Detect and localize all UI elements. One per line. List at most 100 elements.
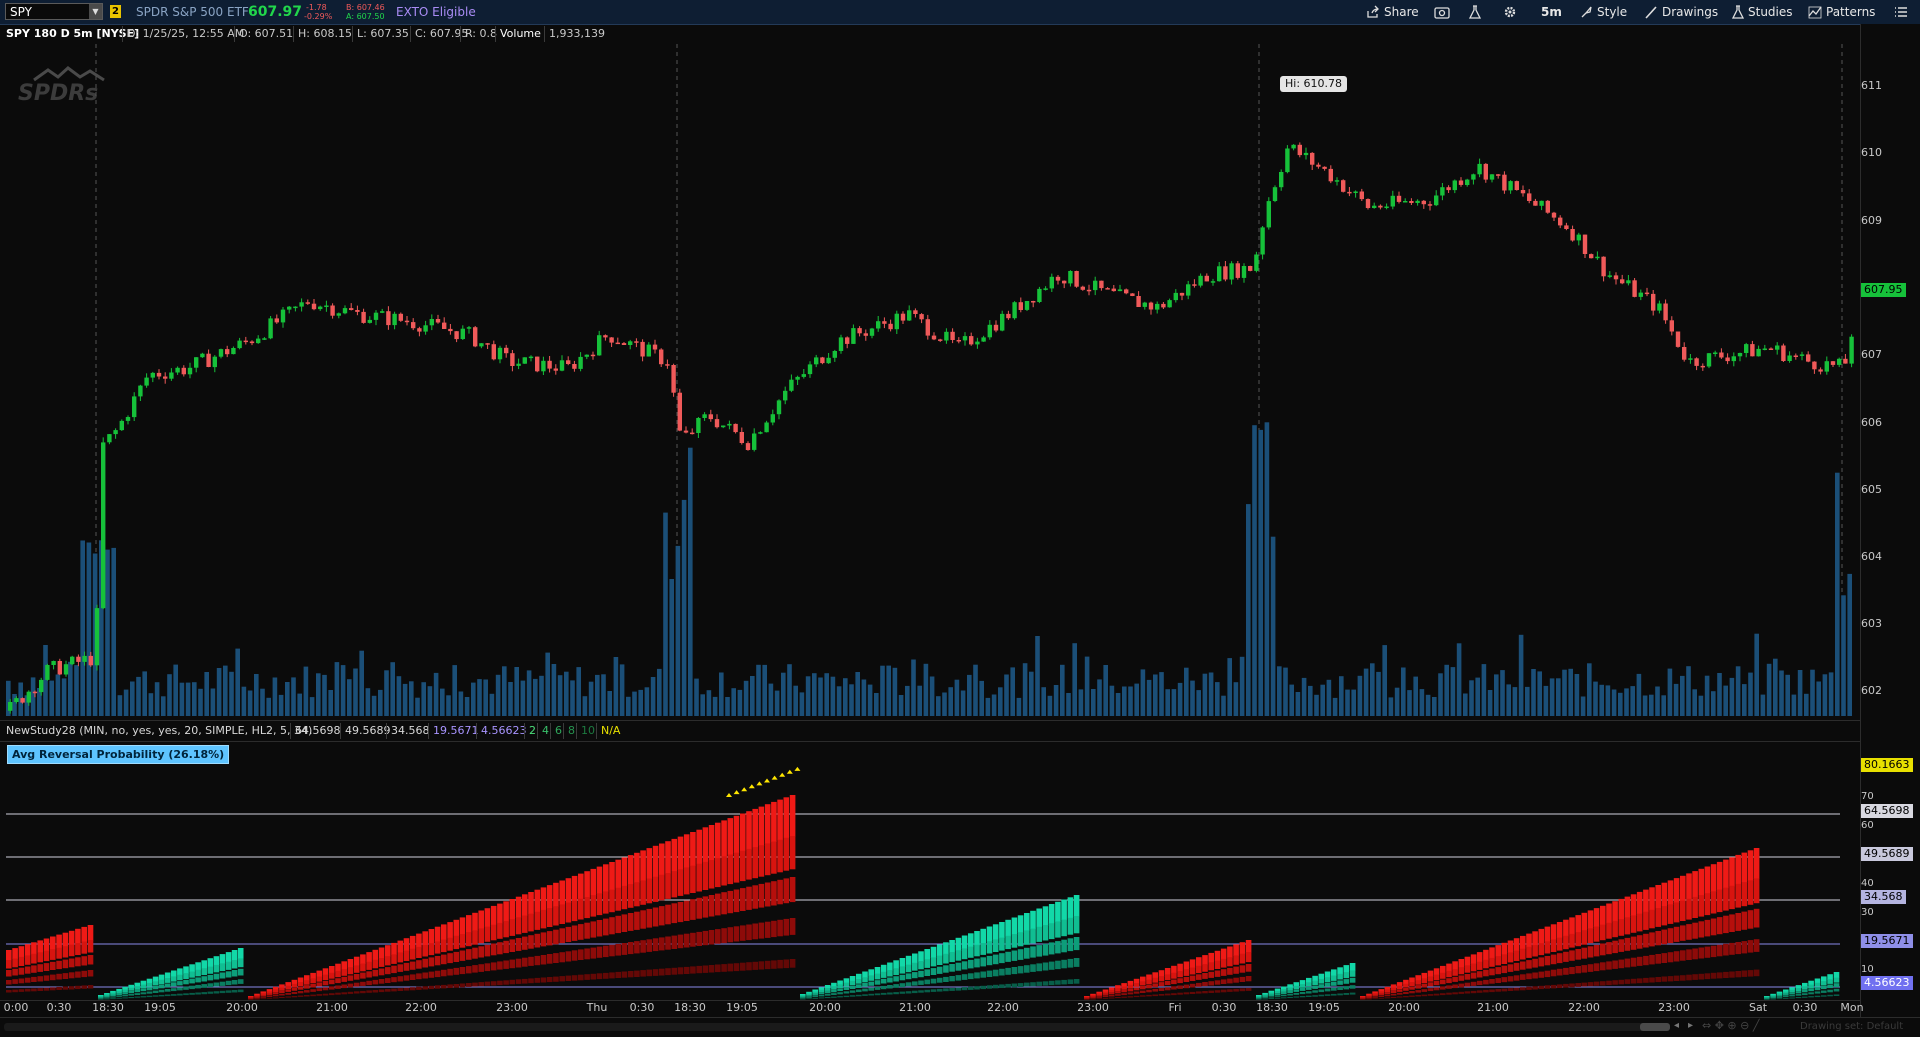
candle-body <box>677 392 682 431</box>
histogram-bar <box>800 996 806 998</box>
volume-bar <box>1177 682 1183 716</box>
histogram-bar <box>279 987 285 991</box>
histogram-bar <box>1133 991 1140 994</box>
histogram-bar <box>472 912 478 931</box>
snapshot-button[interactable] <box>1434 0 1454 24</box>
candle-body <box>1576 234 1581 241</box>
candle-body <box>690 432 695 435</box>
histogram-bar <box>646 848 653 879</box>
histogram-bar <box>1808 980 1814 986</box>
histogram-bar <box>1483 969 1489 977</box>
histogram-bar <box>134 993 141 995</box>
settings-button[interactable] <box>1503 0 1521 24</box>
histogram-bar <box>856 984 862 988</box>
candle-body <box>1545 200 1550 213</box>
histogram-bar <box>1415 995 1421 997</box>
histogram-bar <box>466 949 472 960</box>
histogram-bar <box>1802 989 1808 993</box>
study-na: N/A <box>596 723 624 739</box>
price-axis[interactable] <box>1860 24 1920 1024</box>
histogram-bar <box>986 926 993 942</box>
histogram-bar <box>335 970 341 978</box>
histogram-bar <box>1396 985 1403 990</box>
volume-bar <box>464 697 470 716</box>
scroll-left-arrow[interactable]: ◂ <box>1674 1020 1679 1031</box>
candle-body <box>163 376 168 379</box>
histogram-bar <box>1318 978 1325 984</box>
candle-body <box>776 400 782 415</box>
histogram-bar <box>98 998 104 999</box>
study-chart[interactable] <box>6 745 1860 1000</box>
histogram-bar <box>1470 981 1477 986</box>
studies-button[interactable]: Studies <box>1731 0 1793 24</box>
candle-body <box>318 306 323 310</box>
symbol-dropdown-icon[interactable]: ▼ <box>89 4 102 19</box>
histogram-bar <box>746 848 752 880</box>
histogram-bar <box>534 911 541 930</box>
histogram-bar <box>62 946 69 958</box>
volume-bar <box>1444 664 1449 716</box>
candle-body <box>1229 263 1234 280</box>
histogram-bar <box>992 969 999 977</box>
level-tag-2: 49.5689 <box>1861 847 1913 861</box>
histogram-bar <box>1048 904 1055 924</box>
scroll-track[interactable] <box>4 1023 1644 1031</box>
histogram-bar <box>818 997 825 999</box>
candle-body <box>311 303 317 310</box>
histogram-bar <box>459 917 466 935</box>
histogram-bar <box>559 880 565 905</box>
candle-body <box>1415 200 1420 203</box>
candle-body <box>1849 336 1854 364</box>
study-value-4: 19.5671 <box>428 723 483 739</box>
histogram-bar <box>1073 937 1080 951</box>
flask-button[interactable] <box>1468 0 1485 24</box>
histogram-bar <box>1575 983 1581 987</box>
histogram-bar <box>924 979 930 985</box>
zoom-tools-icon[interactable]: ⇔ ✥ ⊕ ⊖ ╱ <box>1702 1019 1759 1032</box>
histogram-bar <box>75 928 81 944</box>
candle-body <box>1390 195 1395 207</box>
histogram-bar <box>1783 991 1789 994</box>
menu-button[interactable] <box>1894 0 1912 24</box>
link-group-badge[interactable]: 2 <box>110 5 121 18</box>
share-button[interactable]: Share <box>1366 0 1419 24</box>
level-tag-4: 19.5671 <box>1861 934 1913 948</box>
volume-bar <box>136 676 141 716</box>
scroll-thumb[interactable] <box>1640 1023 1670 1031</box>
study-name[interactable]: NewStudy28 (MIN, no, yes, yes, 20, SIMPL… <box>2 723 316 739</box>
exto-eligible-link[interactable]: EXTO Eligible <box>396 0 476 24</box>
scroll-right-arrow[interactable]: ▸ <box>1688 1020 1693 1031</box>
volume-bar <box>173 664 178 716</box>
histogram-bar <box>1464 965 1471 973</box>
histogram-bar <box>696 965 702 974</box>
histogram-bar <box>640 940 646 953</box>
histogram-bar <box>1152 994 1158 997</box>
histogram-bar <box>924 989 930 993</box>
volume-bar <box>148 693 154 716</box>
price-chart[interactable] <box>6 44 1860 716</box>
time-tick-label: 23:00 <box>496 1001 528 1014</box>
patterns-button[interactable]: Patterns <box>1808 0 1875 24</box>
histogram-bar <box>1729 942 1735 955</box>
histogram-bar <box>1140 976 1146 982</box>
volume-bar <box>396 676 402 716</box>
histogram-bar <box>1814 978 1821 984</box>
volume-bar <box>105 549 110 716</box>
histogram-bar <box>1593 981 1600 986</box>
histogram-bar <box>24 977 31 983</box>
symbol-input[interactable]: SPY ▼ <box>5 3 103 20</box>
drawings-button[interactable]: Drawings <box>1645 0 1718 24</box>
histogram-bar <box>721 856 727 886</box>
volume-bar <box>421 682 426 716</box>
timeframe-button[interactable]: 5m <box>1541 0 1562 24</box>
chart-scrollbar[interactable]: ◂ ▸ ⇔ ✥ ⊕ ⊖ ╱ Drawing set: Default <box>0 1017 1920 1037</box>
time-tick-label: 20:00 <box>1388 1001 1420 1014</box>
histogram-bar <box>1710 864 1717 892</box>
histogram-bar <box>189 992 195 995</box>
histogram-bar <box>6 970 12 977</box>
candle-body <box>194 357 199 368</box>
volume-bar <box>1153 674 1158 716</box>
style-button[interactable]: Style <box>1580 0 1627 24</box>
histogram-bar <box>1164 974 1171 980</box>
histogram-bar <box>291 979 298 985</box>
